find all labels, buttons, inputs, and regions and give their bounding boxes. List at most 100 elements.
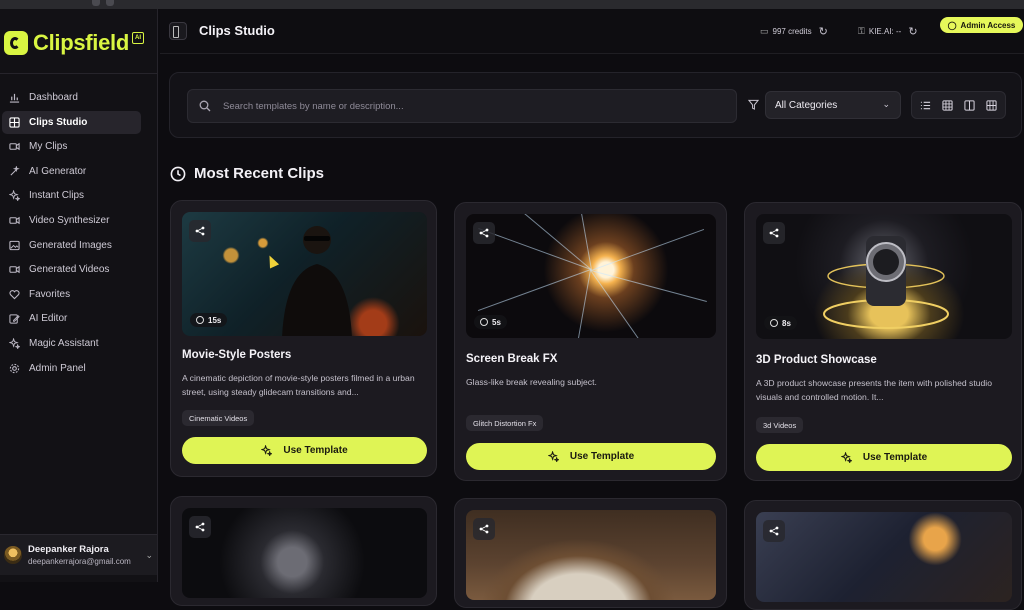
video-icon xyxy=(9,215,20,226)
share-button[interactable] xyxy=(763,520,785,542)
sidebar-item-ai-editor[interactable]: AI Editor xyxy=(2,307,141,330)
sidebar-item-ai-generator[interactable]: AI Generator xyxy=(2,160,141,183)
sidebar-item-label: Generated Images xyxy=(29,239,112,251)
use-template-button[interactable]: Use Template xyxy=(182,437,427,464)
share-button[interactable] xyxy=(473,222,495,244)
category-select[interactable]: All Categories ⌄ xyxy=(765,91,901,119)
refresh-kie-icon[interactable]: ↻ xyxy=(908,25,917,38)
browser-tab-edge xyxy=(106,0,114,6)
sidebar-item-label: AI Editor xyxy=(29,313,68,325)
avatar xyxy=(4,546,22,564)
card-description: A 3D product showcase presents the item … xyxy=(756,378,992,402)
list-view-button[interactable] xyxy=(916,96,934,114)
user-name: Deepanker Rajora xyxy=(28,544,109,555)
share-button[interactable] xyxy=(763,222,785,244)
category-tag: Glitch Distortion Fx xyxy=(466,415,544,431)
search-icon xyxy=(199,100,211,112)
sidebar-item-generated-videos[interactable]: Generated Videos xyxy=(2,258,141,281)
credits-text: 997 credits xyxy=(772,27,812,36)
credits-indicator: ▭ 997 credits ↻ xyxy=(760,25,828,38)
sidebar-item-clips-studio[interactable]: Clips Studio xyxy=(2,110,141,134)
sidebar-item-magic-assistant[interactable]: Magic Assistant xyxy=(2,332,141,355)
sidebar-item-label: Clips Studio xyxy=(29,116,88,128)
section-title: Most Recent Clips xyxy=(170,165,324,182)
template-thumbnail[interactable] xyxy=(466,510,716,600)
heart-icon xyxy=(9,289,20,300)
crack-line xyxy=(577,269,591,338)
sidebar-item-admin-panel[interactable]: Admin Panel xyxy=(2,357,141,380)
category-tag: Cinematic Videos xyxy=(182,410,255,426)
template-thumbnail[interactable] xyxy=(182,508,427,598)
gear-icon xyxy=(9,363,20,374)
share-icon xyxy=(479,228,489,238)
template-card[interactable] xyxy=(744,500,1022,610)
refresh-credits-icon[interactable]: ↻ xyxy=(819,25,828,38)
grid-view-button[interactable] xyxy=(938,96,956,114)
sidebar-item-label: Instant Clips xyxy=(29,190,85,202)
crack-line xyxy=(591,228,705,271)
sidebar-item-instant-clips[interactable]: Instant Clips xyxy=(2,184,141,207)
list-icon xyxy=(920,101,930,109)
sidebar-item-label: Favorites xyxy=(29,288,71,300)
use-template-button[interactable]: Use Template xyxy=(466,443,716,470)
kie-indicator: ⚿ KIE.AI: -- ↻ xyxy=(858,25,918,38)
crack-line xyxy=(590,269,643,338)
category-tag: 3d Videos xyxy=(756,417,804,433)
person-figure xyxy=(282,226,352,336)
bar-chart-icon xyxy=(9,92,20,103)
duration-badge: 5s xyxy=(474,315,507,329)
chevron-down-icon: ⌄ xyxy=(882,99,890,109)
share-button[interactable] xyxy=(189,220,211,242)
sidebar-item-label: Generated Videos xyxy=(29,264,110,276)
sidebar-item-favorites[interactable]: Favorites xyxy=(2,283,141,306)
template-thumbnail[interactable] xyxy=(756,512,1012,602)
admin-access-badge[interactable]: ◯ Admin Access xyxy=(940,17,1023,33)
crack-line xyxy=(477,268,591,311)
template-thumbnail[interactable]: 15s xyxy=(182,212,427,336)
sidebar-item-generated-images[interactable]: Generated Images xyxy=(2,234,141,257)
template-thumbnail[interactable]: 5s xyxy=(466,214,716,338)
search-input[interactable] xyxy=(221,99,705,113)
user-menu[interactable]: Deepanker Rajora deepankerrajora@gmail.c… xyxy=(0,534,157,575)
grid-icon xyxy=(942,99,953,111)
share-icon xyxy=(195,522,205,532)
sidebar-item-label: AI Generator xyxy=(29,165,87,177)
sidebar: Clipsfield AI Dashboard Clips Studio My … xyxy=(0,9,158,582)
crack-line xyxy=(514,214,592,270)
shield-icon: ◯ xyxy=(947,20,957,30)
share-button[interactable] xyxy=(189,516,211,538)
sidebar-nav: Dashboard Clips Studio My Clips AI Gener… xyxy=(0,86,157,381)
sidebar-item-dashboard[interactable]: Dashboard xyxy=(2,86,141,109)
dense-grid-view-button[interactable] xyxy=(983,96,1001,114)
chevron-down-icon: ⌄ xyxy=(145,550,153,560)
share-button[interactable] xyxy=(473,518,495,540)
use-template-button[interactable]: Use Template xyxy=(756,444,1012,471)
template-card[interactable] xyxy=(170,496,437,606)
logo-icon xyxy=(4,31,28,55)
logo-badge: AI xyxy=(132,32,145,44)
view-toggle-group xyxy=(911,91,1006,119)
filter-panel: All Categories ⌄ xyxy=(169,72,1022,138)
duration-badge: 15s xyxy=(190,313,228,327)
sparkle-icon xyxy=(261,445,273,456)
kie-text: KIE.AI: -- xyxy=(868,27,902,36)
template-card[interactable] xyxy=(454,498,727,608)
sparkle-icon xyxy=(9,190,20,202)
sidebar-item-my-clips[interactable]: My Clips xyxy=(2,135,141,158)
two-column-view-button[interactable] xyxy=(961,96,979,114)
template-card[interactable]: 15s Movie-Style Posters A cinematic depi… xyxy=(170,200,437,477)
columns-icon xyxy=(964,99,975,111)
category-value: All Categories xyxy=(775,99,838,111)
card-title: Screen Break FX xyxy=(466,353,558,365)
top-header: Clips Studio ▭ 997 credits ↻ ⚿ KIE.AI: -… xyxy=(160,9,1024,54)
sidebar-item-label: Admin Panel xyxy=(29,362,86,374)
search-box[interactable] xyxy=(187,89,737,123)
sidebar-item-video-synthesizer[interactable]: Video Synthesizer xyxy=(2,209,141,232)
filter-icon xyxy=(748,99,759,110)
template-thumbnail[interactable]: 8s xyxy=(756,214,1012,339)
page-title: Clips Studio xyxy=(199,23,275,38)
logo[interactable]: Clipsfield AI xyxy=(4,29,145,57)
template-card[interactable]: 8s 3D Product Showcase A 3D product show… xyxy=(744,202,1022,481)
sidebar-toggle-button[interactable] xyxy=(169,22,187,40)
template-card[interactable]: 5s Screen Break FX Glass-like break reve… xyxy=(454,202,727,481)
